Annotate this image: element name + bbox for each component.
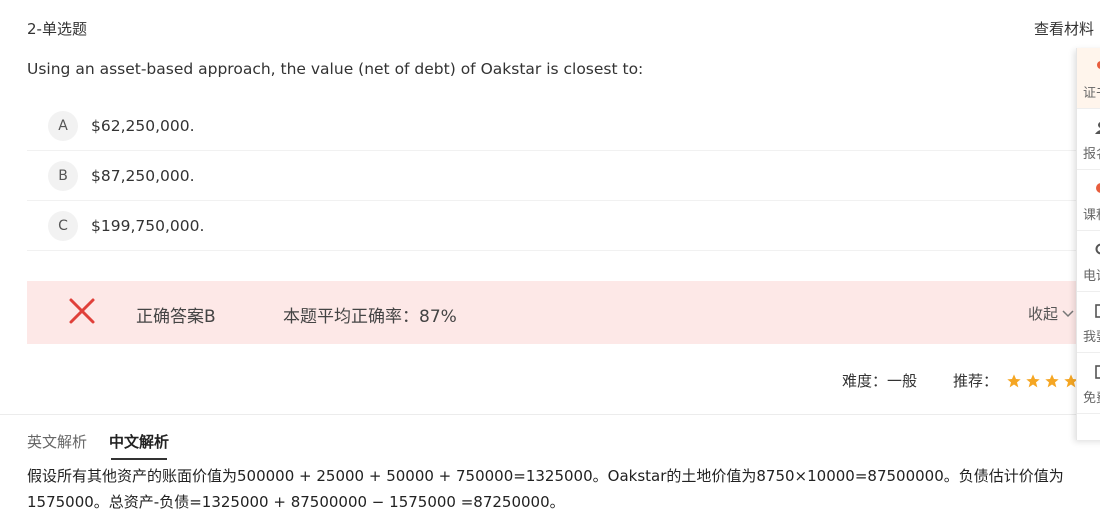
side-item-note[interactable]: 我要 [1077, 292, 1100, 353]
side-item-label: 报名 [1083, 147, 1100, 162]
side-item-label: 电话 [1083, 269, 1100, 284]
option-b[interactable]: B $87,250,000. [27, 151, 1080, 201]
side-item-label: 课程 [1083, 208, 1100, 223]
star-rating [1006, 373, 1082, 389]
options-list: A $62,250,000. B $87,250,000. C $199,750… [27, 101, 1080, 251]
correct-answer-text: 正确答案B [136, 307, 216, 327]
note-icon [1095, 304, 1100, 318]
collapse-label: 收起 [1027, 305, 1058, 323]
view-material-link[interactable]: 查看材料 [1034, 18, 1094, 39]
option-letter-badge: A [48, 110, 78, 141]
collapse-button[interactable]: 收起 [1028, 303, 1075, 324]
option-letter-badge: B [48, 160, 78, 191]
certificate-icon [1095, 60, 1100, 74]
analysis-tabs: 英文解析 中文解析 [27, 431, 191, 460]
chevron-down-icon [1058, 305, 1075, 323]
document-icon [1095, 365, 1100, 379]
floating-side-panel: 证书 报名 课程 电话 我要 [1076, 48, 1100, 440]
option-text: $87,250,000. [91, 166, 195, 185]
x-icon [67, 296, 97, 326]
side-item-certificate[interactable]: 证书 [1077, 48, 1100, 109]
question-page: 2-单选题 查看材料 Using an asset-based approach… [0, 0, 1100, 526]
analysis-text: 假设所有其他资产的账面价值为500000 + 25000 + 50000 + 7… [27, 467, 1064, 511]
star-icon [1006, 373, 1022, 389]
tab-chinese-analysis[interactable]: 中文解析 [109, 431, 169, 460]
side-item-course[interactable]: 课程 [1077, 170, 1100, 231]
answer-result-bar: 正确答案B 本题平均正确率：87% 收起 [27, 281, 1080, 344]
option-letter-badge: C [48, 210, 78, 241]
tab-english-analysis[interactable]: 英文解析 [27, 431, 87, 460]
average-correct-rate: 本题平均正确率：87% [283, 307, 457, 327]
phone-icon [1095, 243, 1100, 257]
question-stem: Using an asset-based approach, the value… [27, 60, 644, 78]
user-icon [1095, 121, 1100, 135]
option-text: $199,750,000. [91, 216, 205, 235]
side-item-label: 我要 [1083, 330, 1100, 345]
side-item-label: 证书 [1083, 86, 1100, 101]
section-divider [0, 414, 1100, 415]
side-item-label: 免费 [1083, 391, 1100, 406]
option-text: $62,250,000. [91, 116, 195, 135]
recommend-rating: 推荐： [953, 370, 1082, 391]
side-item-phone[interactable]: 电话 [1077, 231, 1100, 292]
course-icon [1095, 182, 1100, 196]
option-a[interactable]: A $62,250,000. [27, 101, 1080, 151]
difficulty-label: 难度：一般 [842, 372, 918, 390]
star-icon [1025, 373, 1041, 389]
side-item-free[interactable]: 免费 [1077, 353, 1100, 414]
recommend-label: 推荐： [953, 372, 999, 390]
question-type-label: 2-单选题 [27, 20, 87, 38]
side-item-signup[interactable]: 报名 [1077, 109, 1100, 170]
option-c[interactable]: C $199,750,000. [27, 201, 1080, 251]
star-icon [1044, 373, 1060, 389]
